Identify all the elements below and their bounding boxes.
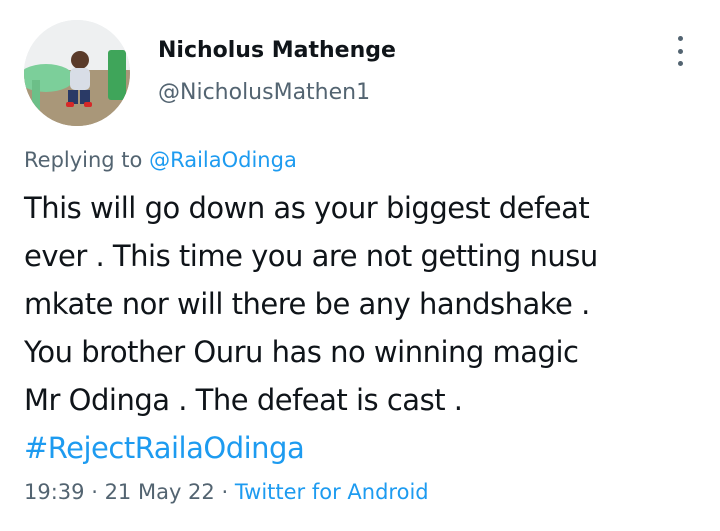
more-options-button[interactable] [666, 36, 694, 66]
tweet-meta: 19:39 · 21 May 22 · Twitter for Android [24, 480, 429, 504]
replying-to-label: Replying to [24, 148, 150, 172]
reply-mention-link[interactable]: @RailaOdinga [149, 148, 297, 172]
more-vertical-icon [677, 61, 683, 66]
tweet-text-line: You brother Ouru has no winning magic [24, 335, 579, 369]
tweet-text-line: Mr Odinga . The defeat is cast . [24, 383, 463, 417]
tweet-text-line: mkate nor will there be any handshake . [24, 287, 590, 321]
author-display-name[interactable]: Nicholus Mathenge [158, 38, 396, 63]
author-handle[interactable]: @NicholusMathen1 [158, 80, 370, 105]
more-vertical-icon [677, 36, 683, 41]
meta-separator: · [214, 480, 235, 504]
replying-to: Replying to @RailaOdinga [24, 148, 297, 172]
avatar[interactable] [24, 20, 130, 126]
meta-separator: · [84, 480, 105, 504]
tweet-text: This will go down as your biggest defeat… [24, 184, 699, 472]
tweet-time[interactable]: 19:39 [24, 480, 85, 504]
avatar-photo [24, 20, 130, 126]
tweet-date[interactable]: 21 May 22 [105, 480, 215, 504]
tweet-text-line: This will go down as your biggest defeat [24, 191, 590, 225]
more-vertical-icon [677, 48, 683, 54]
hashtag-link[interactable]: #RejectRailaOdinga [24, 424, 699, 472]
tweet-source-link[interactable]: Twitter for Android [235, 480, 429, 504]
tweet-text-line: ever . This time you are not getting nus… [24, 239, 598, 273]
